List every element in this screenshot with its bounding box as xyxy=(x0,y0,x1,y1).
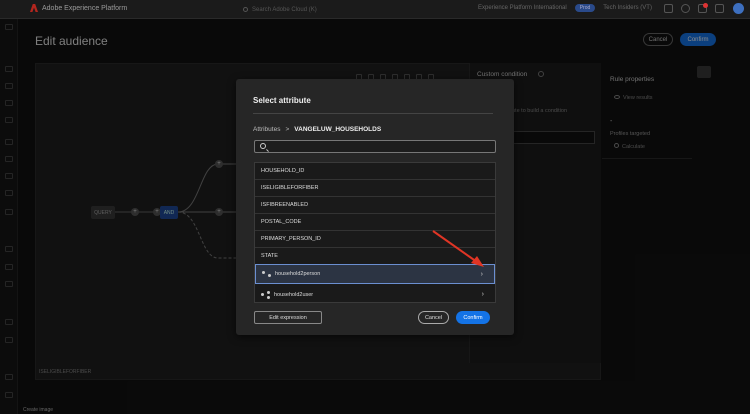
arrow-shaft xyxy=(432,230,478,263)
app-root: Adobe Experience Platform Search Adobe C… xyxy=(0,0,750,414)
arrow-head xyxy=(471,256,484,267)
annotation-arrow xyxy=(432,230,484,267)
footer-hint: Create image xyxy=(23,407,54,413)
